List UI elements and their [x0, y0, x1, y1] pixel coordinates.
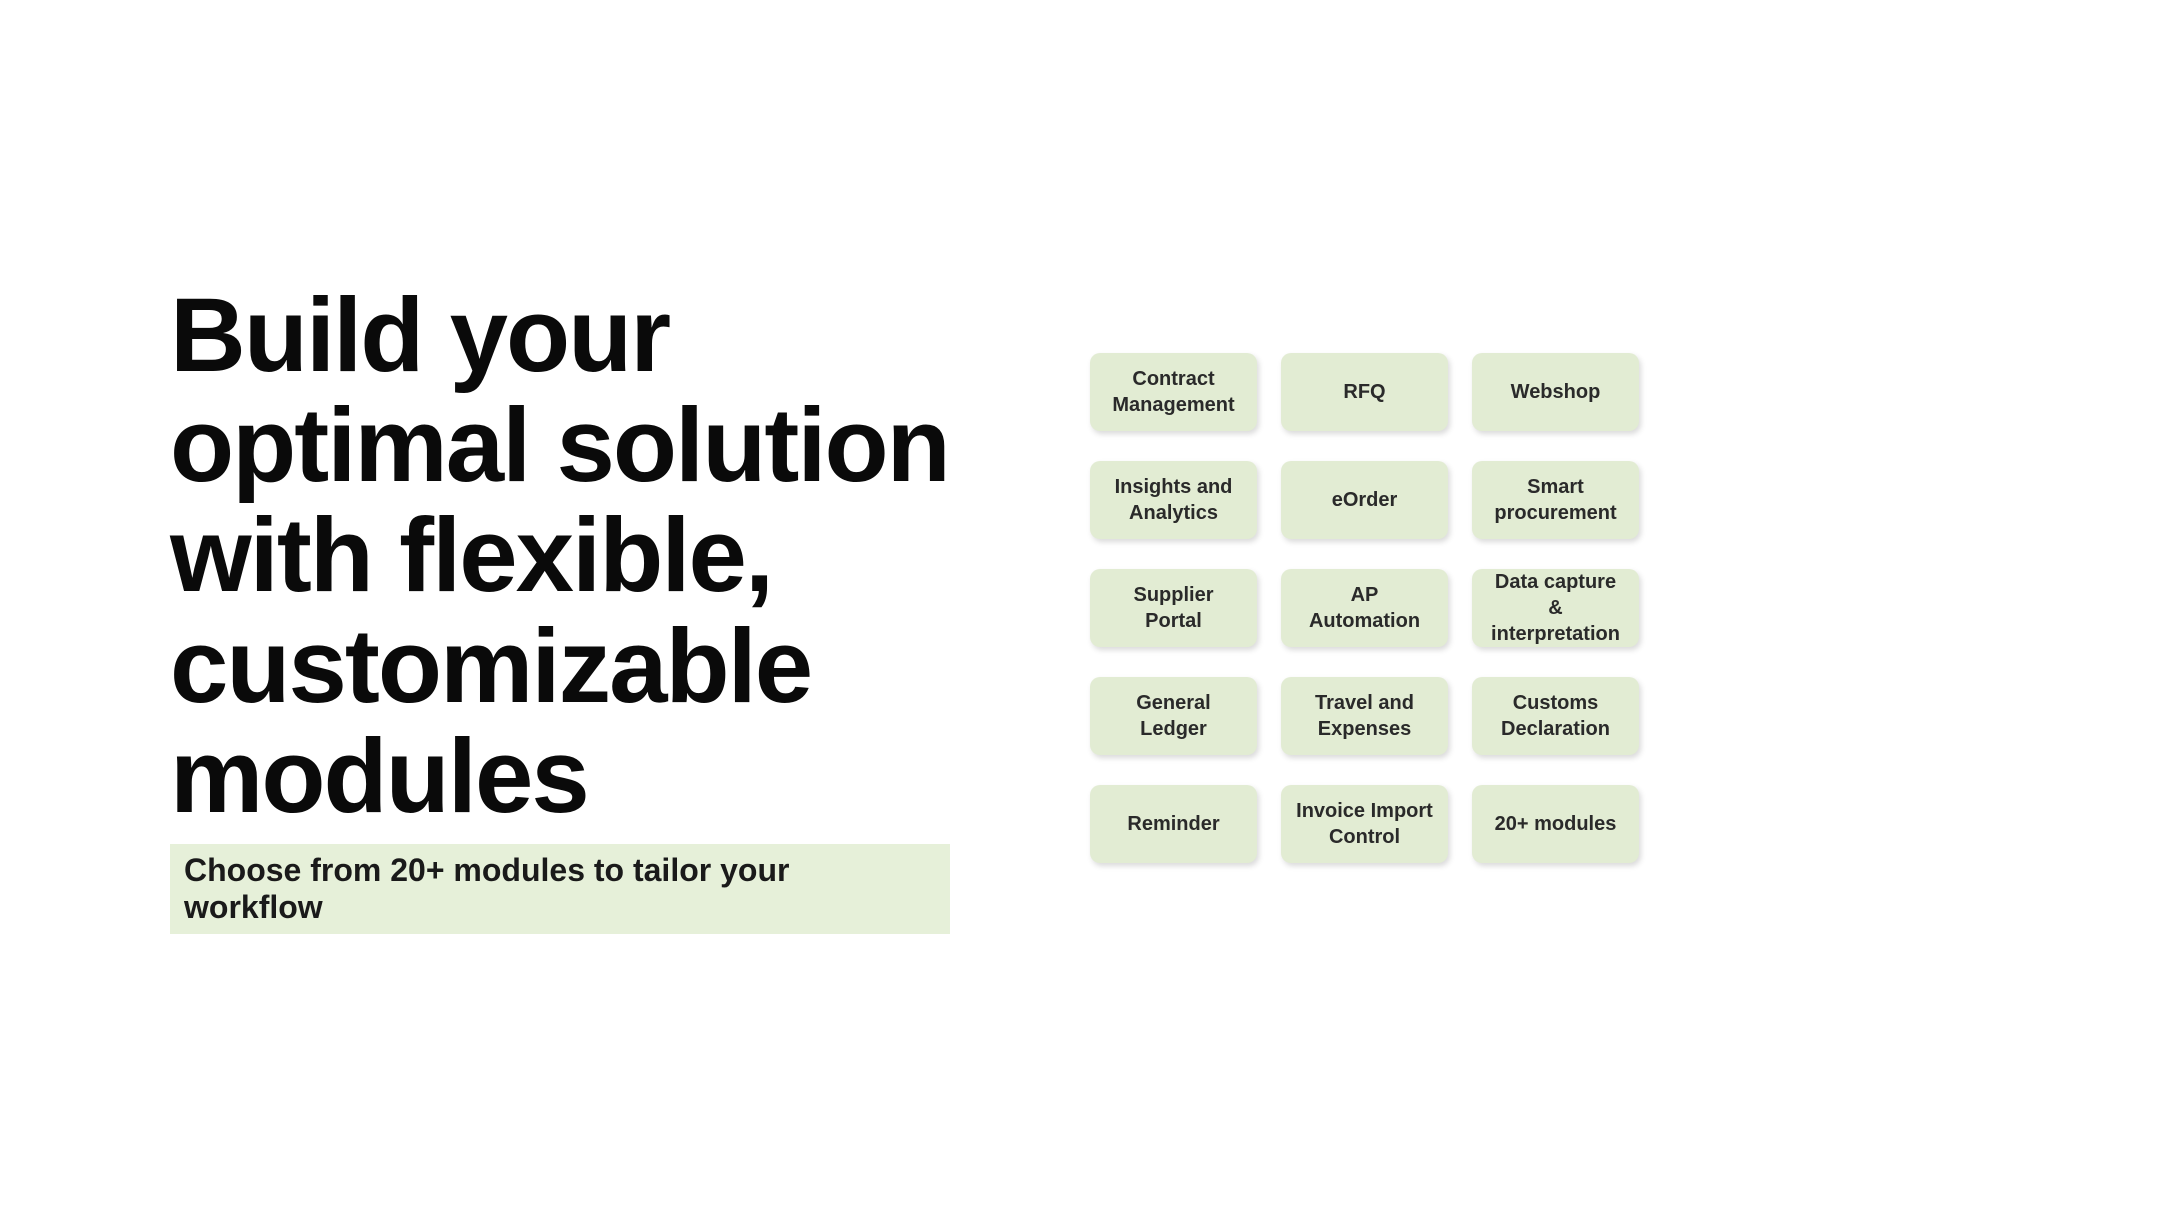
module-data-capture[interactable]: Data capture & interpretation	[1472, 569, 1639, 647]
main-container: Build your optimal solution with flexibl…	[0, 0, 2160, 1215]
module-general-ledger[interactable]: General Ledger	[1090, 677, 1257, 755]
module-ap-automation[interactable]: AP Automation	[1281, 569, 1448, 647]
subtitle-wrapper: Choose from 20+ modules to tailor your w…	[170, 844, 950, 934]
hero-headline: Build your optimal solution with flexibl…	[170, 281, 950, 832]
module-invoice-import-control[interactable]: Invoice Import Control	[1281, 785, 1448, 863]
module-more-modules[interactable]: 20+ modules	[1472, 785, 1639, 863]
module-webshop[interactable]: Webshop	[1472, 353, 1639, 431]
module-smart-procurement[interactable]: Smart procurement	[1472, 461, 1639, 539]
module-insights-analytics[interactable]: Insights and Analytics	[1090, 461, 1257, 539]
module-rfq[interactable]: RFQ	[1281, 353, 1448, 431]
modules-grid: Contract Management RFQ Webshop Insights…	[1090, 353, 1639, 863]
module-travel-expenses[interactable]: Travel and Expenses	[1281, 677, 1448, 755]
hero-subtitle: Choose from 20+ modules to tailor your w…	[184, 852, 936, 926]
module-supplier-portal[interactable]: Supplier Portal	[1090, 569, 1257, 647]
module-contract-management[interactable]: Contract Management	[1090, 353, 1257, 431]
module-eorder[interactable]: eOrder	[1281, 461, 1448, 539]
module-reminder[interactable]: Reminder	[1090, 785, 1257, 863]
hero-section: Build your optimal solution with flexibl…	[170, 281, 950, 934]
module-customs-declaration[interactable]: Customs Declaration	[1472, 677, 1639, 755]
